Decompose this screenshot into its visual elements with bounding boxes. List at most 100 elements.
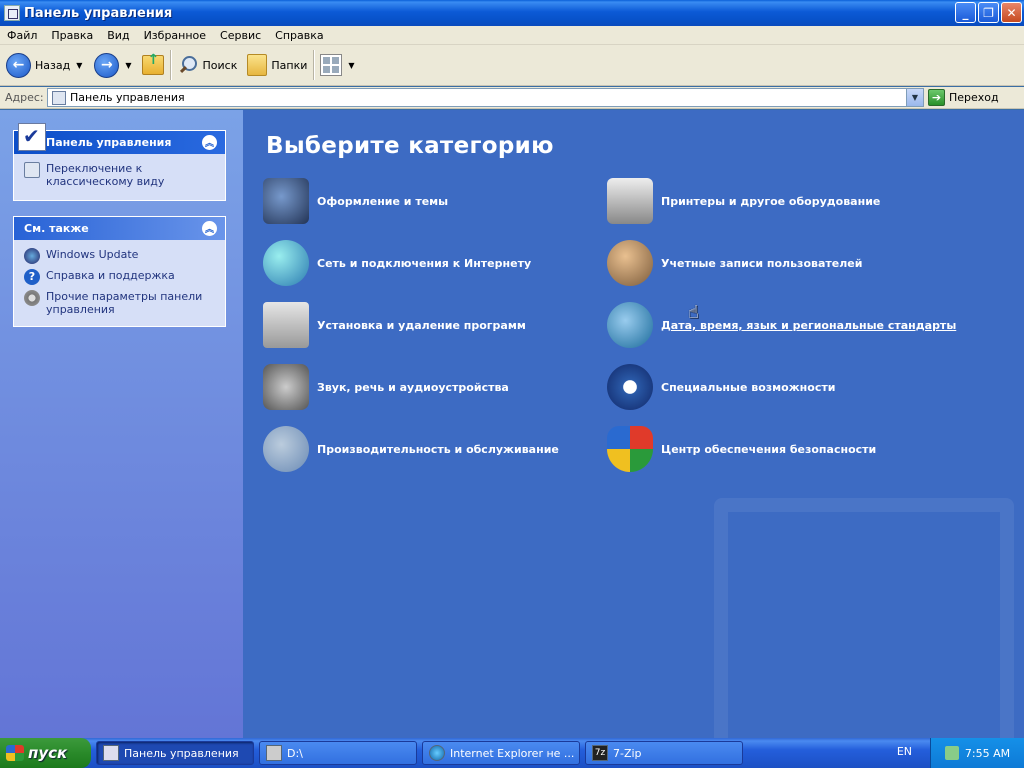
minimize-button[interactable]: _ bbox=[955, 2, 976, 23]
menu-view[interactable]: Вид bbox=[100, 29, 136, 42]
task-control-panel[interactable]: Панель управления bbox=[96, 741, 254, 765]
folders-button[interactable]: Папки bbox=[247, 48, 307, 82]
category-users[interactable]: Учетные записи пользователей bbox=[607, 240, 862, 286]
title-bar: Панель управления _ ❐ ✕ bbox=[0, 0, 1024, 26]
windows-update-link[interactable]: Windows Update bbox=[24, 248, 215, 264]
help-support-link[interactable]: ? Справка и поддержка bbox=[24, 269, 215, 285]
address-input[interactable]: Панель управления ▼ bbox=[47, 88, 924, 107]
users-icon bbox=[607, 240, 653, 286]
search-button[interactable]: Поиск bbox=[177, 48, 238, 82]
back-label: Назад bbox=[35, 58, 71, 72]
internet-explorer-icon bbox=[429, 745, 445, 761]
accessibility-icon bbox=[607, 364, 653, 410]
forward-arrow-icon: → bbox=[94, 52, 120, 78]
search-label: Поиск bbox=[202, 58, 238, 72]
collapse-chevron-icon[interactable]: ︽ bbox=[202, 135, 217, 150]
task-drive-d[interactable]: D:\ bbox=[259, 741, 417, 765]
section-body: Windows Update ? Справка и поддержка Про… bbox=[14, 240, 225, 326]
category-label: Сеть и подключения к Интернету bbox=[317, 256, 532, 270]
clock[interactable]: 7:55 AM bbox=[965, 747, 1010, 760]
windows-update-label: Windows Update bbox=[46, 248, 139, 261]
category-programs[interactable]: Установка и удаление программ bbox=[263, 302, 526, 348]
window-title: Панель управления bbox=[24, 5, 173, 21]
category-datetime[interactable]: Дата, время, язык и региональные стандар… bbox=[607, 302, 956, 348]
go-label: Переход bbox=[949, 91, 999, 104]
go-arrow-icon: ➔ bbox=[928, 89, 945, 106]
forward-button[interactable]: → ▼ bbox=[94, 48, 132, 82]
category-network[interactable]: Сеть и подключения к Интернету bbox=[263, 240, 531, 286]
category-label: Принтеры и другое оборудование bbox=[661, 194, 881, 208]
address-bar: Адрес: Панель управления ▼ ➔ Переход bbox=[0, 87, 1024, 109]
hand-cursor-icon bbox=[688, 302, 702, 323]
menu-favorites[interactable]: Избранное bbox=[137, 29, 213, 42]
category-performance[interactable]: Производительность и обслуживание bbox=[263, 426, 559, 472]
category-accessibility[interactable]: Специальные возможности bbox=[607, 364, 835, 410]
address-dropdown-icon[interactable]: ▼ bbox=[906, 89, 923, 106]
drive-icon bbox=[266, 745, 282, 761]
task-7zip[interactable]: 7z 7-Zip bbox=[585, 741, 743, 765]
category-label: Центр обеспечения безопасности bbox=[661, 442, 877, 456]
category-security[interactable]: Центр обеспечения безопасности bbox=[607, 426, 876, 472]
back-dropdown-icon[interactable]: ▼ bbox=[76, 61, 82, 70]
start-button[interactable]: пуск bbox=[0, 738, 91, 768]
see-also-section: См. также ︽ Windows Update ? Справка и п… bbox=[13, 216, 226, 327]
task-label: Панель управления bbox=[124, 746, 239, 760]
network-tray-icon[interactable] bbox=[944, 746, 959, 760]
menu-tools[interactable]: Сервис bbox=[213, 29, 268, 42]
help-support-label: Справка и поддержка bbox=[46, 269, 175, 282]
network-icon bbox=[263, 240, 309, 286]
category-printers[interactable]: Принтеры и другое оборудование bbox=[607, 178, 880, 224]
category-label: Оформление и темы bbox=[317, 194, 449, 208]
classic-view-icon bbox=[24, 162, 40, 178]
switch-classic-view-link[interactable]: Переключение к классическому виду bbox=[24, 162, 215, 188]
category-sound[interactable]: Звук, речь и аудиоустройства bbox=[263, 364, 509, 410]
see-also-section-header[interactable]: См. также ︽ bbox=[14, 217, 225, 240]
programs-icon bbox=[263, 302, 309, 348]
datetime-icon bbox=[607, 302, 653, 348]
taskbar: пуск Панель управления D:\ Internet Expl… bbox=[0, 738, 1024, 768]
page-title: Выберите категорию bbox=[266, 133, 554, 159]
go-button[interactable]: ➔ Переход bbox=[928, 89, 999, 106]
performance-icon bbox=[263, 426, 309, 472]
help-icon: ? bbox=[24, 269, 40, 285]
category-label: Звук, речь и аудиоустройства bbox=[317, 380, 509, 394]
category-label: Установка и удаление программ bbox=[317, 318, 526, 332]
printer-icon bbox=[607, 178, 653, 224]
language-indicator[interactable]: EN bbox=[897, 745, 912, 758]
folder-up-icon bbox=[141, 52, 164, 75]
folders-icon bbox=[247, 54, 268, 76]
other-settings-label: Прочие параметры панели управления bbox=[46, 290, 203, 316]
views-icon bbox=[320, 54, 343, 76]
address-label: Адрес: bbox=[5, 91, 44, 104]
window-controls: _ ❐ ✕ bbox=[955, 2, 1022, 23]
section-body: Переключение к классическому виду bbox=[14, 154, 225, 200]
forward-dropdown-icon[interactable]: ▼ bbox=[125, 61, 131, 70]
gear-icon bbox=[24, 290, 40, 306]
task-internet-explorer[interactable]: Internet Explorer не ... bbox=[422, 741, 580, 765]
up-folder-button[interactable] bbox=[141, 48, 164, 82]
views-dropdown-icon[interactable]: ▼ bbox=[348, 61, 354, 70]
menu-edit[interactable]: Правка bbox=[44, 29, 100, 42]
system-tray: 7:55 AM bbox=[930, 738, 1024, 768]
views-button[interactable]: ▼ bbox=[320, 48, 355, 82]
control-panel-small-icon bbox=[103, 745, 119, 761]
search-icon bbox=[177, 54, 199, 76]
address-value: Панель управления bbox=[70, 91, 185, 104]
task-label: 7-Zip bbox=[613, 746, 642, 760]
collapse-chevron-icon[interactable]: ︽ bbox=[202, 221, 217, 236]
menu-help[interactable]: Справка bbox=[268, 29, 330, 42]
close-button[interactable]: ✕ bbox=[1001, 2, 1022, 23]
windows-update-icon bbox=[24, 248, 40, 264]
category-themes[interactable]: Оформление и темы bbox=[263, 178, 448, 224]
control-panel-section: Панель управления ︽ Переключение к класс… bbox=[13, 123, 226, 201]
start-label: пуск bbox=[28, 744, 68, 762]
toolbar-separator bbox=[169, 50, 171, 80]
menu-file[interactable]: Файл bbox=[0, 29, 44, 42]
control-panel-section-header[interactable]: Панель управления ︽ bbox=[14, 123, 225, 154]
security-icon bbox=[607, 426, 653, 472]
category-label: Специальные возможности bbox=[661, 380, 836, 394]
maximize-button[interactable]: ❐ bbox=[978, 2, 999, 23]
other-settings-link[interactable]: Прочие параметры панели управления bbox=[24, 290, 215, 316]
back-button[interactable]: ← Назад ▼ bbox=[6, 48, 82, 82]
category-label: Дата, время, язык и региональные стандар… bbox=[661, 318, 957, 332]
